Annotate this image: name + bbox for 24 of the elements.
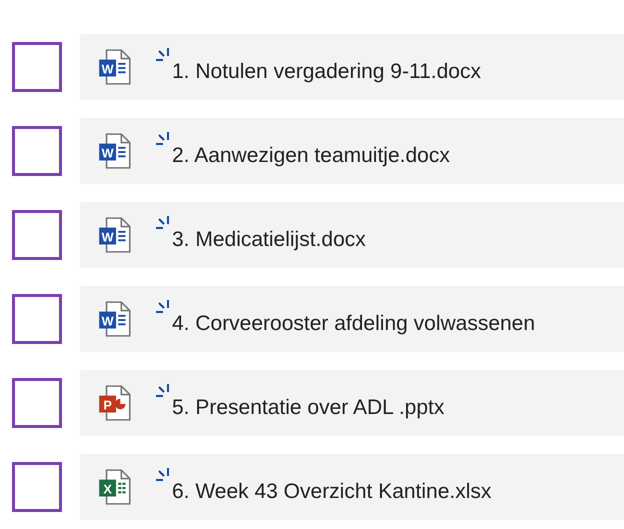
file-name: 3. Medicatielijst.docx (172, 228, 366, 252)
file-row[interactable]: W 1. Notulen vergadering 9-11.docx (80, 34, 624, 100)
file-name: 4. Corveerooster afdeling volwassenen (172, 312, 536, 336)
checkbox[interactable] (12, 126, 62, 176)
checkbox[interactable] (12, 462, 62, 512)
file-row[interactable]: W 3. Medicatielijst.docx (80, 202, 624, 268)
file-row[interactable]: W 4. Corveerooster afdeling volwassenen (80, 286, 624, 352)
new-indicator-icon (156, 132, 172, 148)
checkbox[interactable] (12, 42, 62, 92)
new-indicator-icon (156, 300, 172, 316)
file-name: 6. Week 43 Overzicht Kantine.xlsx (172, 480, 492, 504)
file-row[interactable]: W 2. Aanwezigen teamuitje.docx (80, 118, 624, 184)
checkbox[interactable] (12, 378, 62, 428)
file-name: 5. Presentatie over ADL .pptx (172, 396, 444, 420)
checkbox[interactable] (12, 210, 62, 260)
new-indicator-icon (156, 468, 172, 484)
file-row[interactable]: P 5. Presentatie over ADL .pptx (80, 370, 624, 436)
file-name: 2. Aanwezigen teamuitje.docx (172, 144, 450, 168)
file-row[interactable]: X 6. Week 43 Overzicht Kantine.xlsx (80, 454, 624, 520)
new-indicator-icon (156, 216, 172, 232)
new-indicator-icon (156, 384, 172, 400)
file-name: 1. Notulen vergadering 9-11.docx (172, 60, 481, 84)
new-indicator-icon (156, 48, 172, 64)
checkbox[interactable] (12, 294, 62, 344)
